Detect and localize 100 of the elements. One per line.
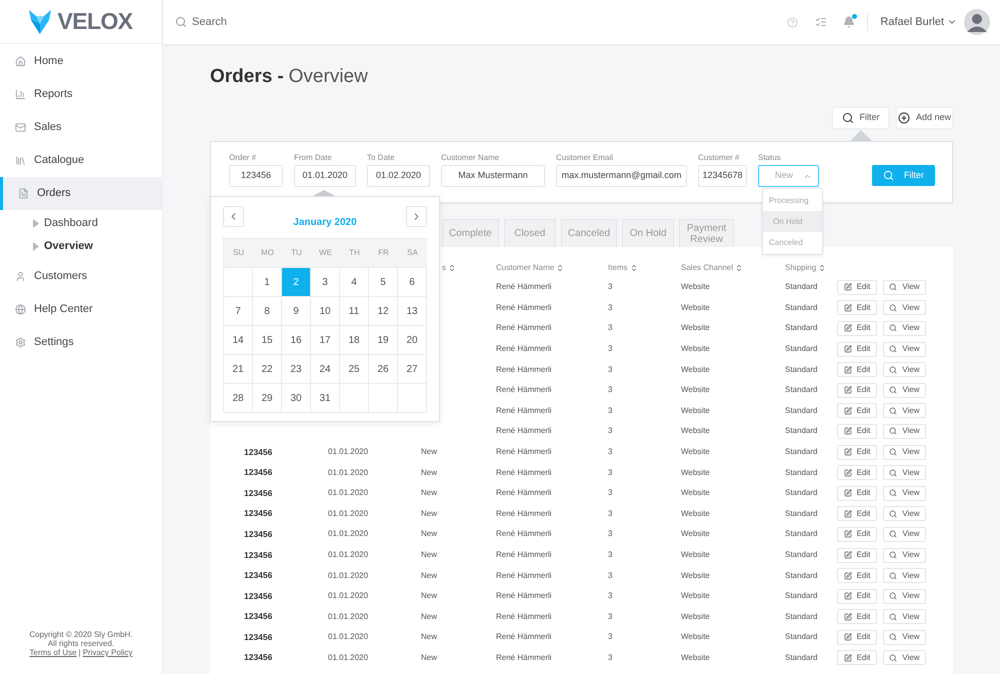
day-cell[interactable]: 11: [340, 297, 369, 326]
edit-button[interactable]: Edit: [837, 548, 877, 563]
edit-button[interactable]: Edit: [837, 486, 877, 501]
table-cell: New: [421, 529, 438, 538]
edit-button[interactable]: Edit: [837, 320, 877, 336]
edit-button[interactable]: Edit: [837, 300, 877, 316]
day-cell[interactable]: 14: [224, 326, 253, 355]
nav-item[interactable]: Help Center: [0, 293, 162, 326]
view-button[interactable]: View: [883, 630, 926, 645]
column-header[interactable]: Sales Channel: [681, 262, 744, 274]
text-field[interactable]: 12345678: [698, 165, 747, 187]
view-button[interactable]: View: [883, 403, 926, 418]
day-cell[interactable]: 20: [398, 326, 427, 355]
view-button[interactable]: View: [883, 444, 926, 460]
day-cell[interactable]: 7: [224, 297, 253, 326]
column-header[interactable]: s: [442, 262, 456, 274]
column-header[interactable]: Customer Name: [496, 262, 564, 274]
copyright-text: All rights reserved.: [48, 639, 114, 648]
text-field[interactable]: 01.01.2020: [294, 165, 356, 187]
text-field[interactable]: max.mustermann@gmail.com: [556, 165, 687, 187]
terms-link[interactable]: Terms of Use: [30, 648, 77, 657]
day-cell[interactable]: 10: [311, 297, 340, 326]
privacy-link[interactable]: Privacy Policy: [82, 648, 132, 657]
day-cell[interactable]: 30: [282, 384, 311, 413]
view-button[interactable]: View: [883, 548, 926, 563]
text-field[interactable]: Max Mustermann: [441, 165, 545, 187]
edit-button[interactable]: Edit: [837, 342, 877, 357]
view-button[interactable]: View: [883, 320, 926, 336]
text-field[interactable]: 123456: [229, 165, 283, 187]
day-cell[interactable]: 16: [282, 326, 311, 355]
text-field[interactable]: 01.02.2020: [367, 165, 430, 187]
day-cell[interactable]: 12: [369, 297, 398, 326]
day-cell[interactable]: 4: [340, 268, 369, 297]
search-field[interactable]: Search: [192, 14, 342, 30]
column-header[interactable]: Shipping: [785, 262, 826, 274]
day-cell[interactable]: 18: [340, 326, 369, 355]
edit-button[interactable]: Edit: [837, 280, 877, 295]
view-button[interactable]: View: [883, 300, 926, 316]
day-cell[interactable]: 5: [369, 268, 398, 297]
day-cell[interactable]: 19: [369, 326, 398, 355]
edit-button[interactable]: Edit: [837, 506, 877, 522]
nav-item[interactable]: Reports: [0, 78, 162, 111]
day-cell[interactable]: 6: [398, 268, 427, 297]
nav-item[interactable]: Sales: [0, 111, 162, 144]
day-cell[interactable]: 13: [398, 297, 427, 326]
view-button[interactable]: View: [883, 568, 926, 584]
edit-button[interactable]: Edit: [837, 465, 877, 480]
day-cell[interactable]: 24: [311, 355, 340, 384]
view-button[interactable]: View: [883, 506, 926, 522]
table-cell-text: Website: [681, 652, 711, 664]
day-cell[interactable]: 27: [398, 355, 427, 384]
day-cell[interactable]: 23: [282, 355, 311, 384]
view-button[interactable]: View: [883, 280, 926, 295]
nav-item[interactable]: Catalogue: [0, 144, 162, 177]
day-cell[interactable]: 21: [224, 355, 253, 384]
edit-button[interactable]: Edit: [837, 362, 877, 378]
day-cell[interactable]: 8: [253, 297, 282, 326]
day-cell[interactable]: 15: [253, 326, 282, 355]
edit-button[interactable]: Edit: [837, 424, 877, 439]
nav-item[interactable]: Orders: [0, 177, 162, 210]
view-button[interactable]: View: [883, 424, 926, 439]
day-cell[interactable]: 9: [282, 297, 311, 326]
day-cell[interactable]: 25: [340, 355, 369, 384]
nav-subitem[interactable]: Dashboard: [0, 212, 162, 235]
day-cell[interactable]: 31: [311, 384, 340, 413]
edit-button[interactable]: Edit: [837, 609, 877, 624]
brand-name: VELOX: [57, 7, 133, 36]
edit-button[interactable]: Edit: [837, 568, 877, 584]
edit-button[interactable]: Edit: [837, 526, 877, 542]
edit-button[interactable]: Edit: [837, 630, 877, 645]
day-cell[interactable]: 26: [369, 355, 398, 384]
view-button[interactable]: View: [883, 650, 926, 666]
column-header[interactable]: Items: [608, 262, 638, 274]
table-cell: New: [421, 508, 438, 518]
view-button[interactable]: View: [883, 609, 926, 624]
day-cell[interactable]: 28: [224, 384, 253, 413]
nav-item[interactable]: Home: [0, 45, 162, 78]
view-button[interactable]: View: [883, 465, 926, 480]
day-cell[interactable]: 17: [311, 326, 340, 355]
nav-subitem[interactable]: Overview: [0, 235, 162, 258]
field-label: Status: [758, 153, 782, 163]
day-cell[interactable]: 3: [311, 268, 340, 297]
add-button[interactable]: Add new: [896, 107, 953, 129]
view-button[interactable]: View: [883, 382, 926, 398]
nav-item[interactable]: Customers: [0, 260, 162, 293]
view-button[interactable]: View: [883, 526, 926, 542]
day-cell[interactable]: 22: [253, 355, 282, 384]
user-menu[interactable]: Rafael Burlet: [880, 14, 957, 30]
nav-item[interactable]: Settings: [0, 326, 162, 359]
view-button[interactable]: View: [883, 342, 926, 357]
edit-button[interactable]: Edit: [837, 403, 877, 418]
edit-button[interactable]: Edit: [837, 650, 877, 666]
edit-button[interactable]: Edit: [837, 444, 877, 460]
view-button[interactable]: View: [883, 486, 926, 501]
view-button[interactable]: View: [883, 588, 926, 604]
filter-button[interactable]: Filter: [832, 107, 889, 129]
edit-button[interactable]: Edit: [837, 588, 877, 604]
edit-button[interactable]: Edit: [837, 382, 877, 398]
day-cell[interactable]: 29: [253, 384, 282, 413]
view-button[interactable]: View: [883, 362, 926, 378]
